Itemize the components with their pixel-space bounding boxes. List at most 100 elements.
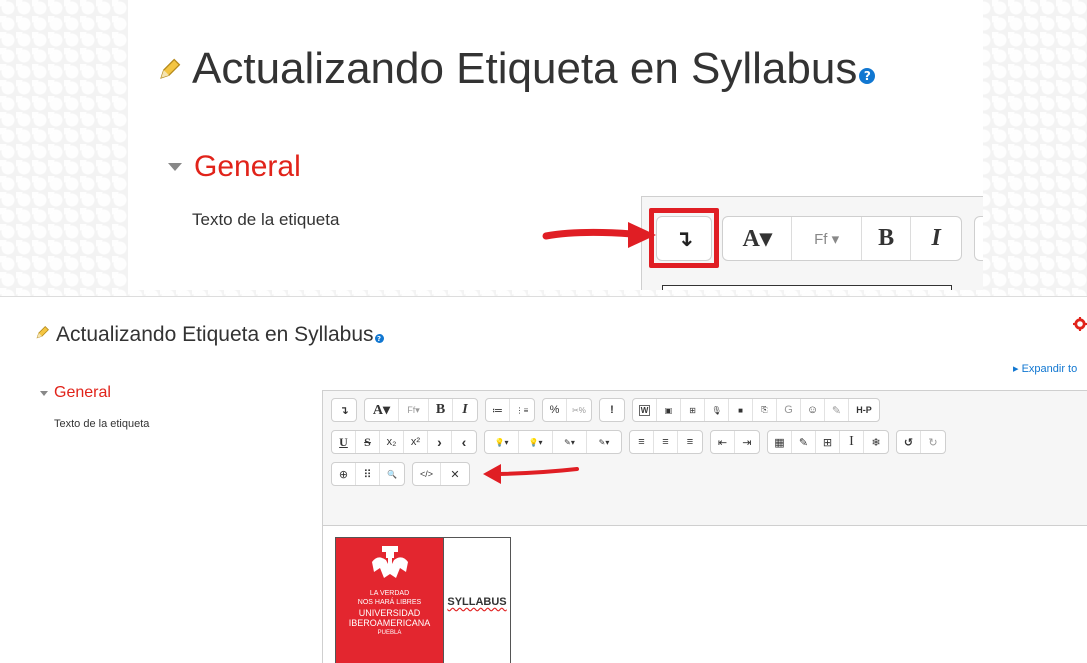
redo-icon: ↻: [928, 436, 938, 449]
section-general[interactable]: General: [40, 384, 111, 402]
unordered-list-button[interactable]: ≔: [486, 399, 510, 421]
html-source-button[interactable]: </>: [413, 463, 441, 485]
braille-button[interactable]: ⠿: [356, 463, 380, 485]
font-color-button[interactable]: A▾: [365, 399, 399, 421]
logo-motto-line1: LA VERDAD: [369, 590, 410, 597]
toolbar-toggle-button[interactable]: ↴: [332, 399, 356, 421]
unlink-button[interactable]: ✂%: [567, 399, 591, 421]
pen-icon: ✎: [831, 404, 842, 417]
brush-icon: ✎▾: [564, 437, 575, 447]
media-button[interactable]: ⊞: [681, 399, 705, 421]
record-audio-button[interactable]: 🎙: [705, 399, 729, 421]
help-icon[interactable]: ?: [859, 68, 876, 84]
logo-motto-line2: NOS HARÁ LIBRES: [357, 599, 422, 606]
superscript-button[interactable]: x²: [404, 431, 428, 453]
align-center-button[interactable]: ≡: [654, 431, 678, 453]
h5p-button[interactable]: H-P: [849, 399, 879, 421]
search-button[interactable]: 🔍: [380, 463, 404, 485]
help-icon[interactable]: ?: [374, 334, 384, 343]
gear-icon[interactable]: [1073, 317, 1087, 336]
zoom-page-title-text: Actualizando Etiqueta en Syllabus: [192, 44, 858, 93]
underline-button[interactable]: U: [332, 431, 356, 453]
redo-button[interactable]: ↻: [921, 431, 945, 453]
record-video-button[interactable]: ■: [729, 399, 753, 421]
text-color-button[interactable]: 💡▾: [485, 431, 519, 453]
subscript-button[interactable]: x₂: [380, 431, 404, 453]
edit-equation-button[interactable]: ✎: [792, 431, 816, 453]
table-button[interactable]: ⊞: [816, 431, 840, 453]
toolbar-group: ↴: [331, 398, 357, 422]
undo-button[interactable]: ↺: [897, 431, 921, 453]
background-color-button[interactable]: 💡▾: [519, 431, 553, 453]
bold-button[interactable]: B: [429, 399, 453, 421]
align-left-button[interactable]: ≡: [630, 431, 654, 453]
toolbar-group: A▾ Ff▾ B I: [364, 398, 478, 422]
accessibility-helper-button[interactable]: ⊕: [332, 463, 356, 485]
snowflake-icon: ❄: [871, 436, 881, 449]
pencil-icon: [34, 323, 50, 347]
smiley-icon: ☺: [806, 404, 819, 416]
ordered-list-icon: ⋮≡: [515, 405, 529, 415]
accessibility-checker-button[interactable]: !: [600, 399, 624, 421]
ltr-button[interactable]: ›: [428, 431, 452, 453]
clear-formatting-button[interactable]: I: [840, 431, 864, 453]
image-button[interactable]: ▣: [657, 399, 681, 421]
pencil-icon: [156, 44, 182, 94]
undo-icon: ↺: [903, 436, 914, 449]
indent-icon: ⇥: [742, 436, 752, 449]
toolbar-group: ⇤ ⇥: [710, 430, 760, 454]
toolbar-group: !: [599, 398, 625, 422]
italic-button[interactable]: I: [911, 217, 961, 260]
equation-button[interactable]: ▦: [768, 431, 792, 453]
zoom-toolbar-group: [974, 216, 983, 261]
strikethrough-button[interactable]: S: [356, 431, 380, 453]
bold-button[interactable]: B: [862, 217, 912, 260]
font-family-button[interactable]: Ff▾: [399, 399, 429, 421]
microphone-icon: 🎙: [711, 405, 722, 415]
zoom-content-area: [662, 285, 952, 290]
word-import-button[interactable]: W: [633, 399, 657, 421]
fullscreen-button[interactable]: ✕: [441, 463, 469, 485]
expand-all-link[interactable]: ▸ Expandir to: [1013, 362, 1077, 375]
rtl-button[interactable]: ‹: [452, 431, 476, 453]
link-icon: %: [549, 404, 560, 416]
syllabus-cell[interactable]: SYLLABUS: [444, 538, 510, 663]
atto-editor: ↴ A▾ Ff▾ B I ≔ ⋮≡ % ✂% ! W ▣ ⊞ 🎙 ■ ⎘ G ☺…: [322, 390, 1087, 663]
font-color-button[interactable]: A▾: [723, 217, 793, 260]
caret-down-icon: [168, 163, 182, 171]
section-title: General: [54, 384, 111, 401]
accessibility-icon: ⊕: [338, 468, 349, 481]
special-character-button[interactable]: ❄: [864, 431, 888, 453]
align-right-icon: ≡: [686, 436, 694, 448]
lightbulb-icon: 💡▾: [528, 437, 543, 447]
zoom-toolbar-group: A▾ Ff ▾ B I: [722, 216, 962, 261]
italic-button[interactable]: I: [453, 399, 477, 421]
toolbar-group: 💡▾ 💡▾ ✎▾ ✎▾: [484, 430, 622, 454]
h5p-icon: H-P: [856, 405, 872, 415]
logo-name-line1: UNIVERSIDAD: [358, 608, 421, 618]
link-button[interactable]: %: [543, 399, 567, 421]
brush-button[interactable]: ✎▾: [587, 431, 621, 453]
expand-icon: ✕: [450, 468, 460, 481]
align-center-icon: ≡: [662, 436, 669, 448]
outdent-button[interactable]: ⇤: [711, 431, 735, 453]
image-icon: ▣: [664, 405, 673, 415]
zoom-section-general[interactable]: General: [168, 150, 301, 184]
bold-icon: B: [878, 225, 895, 251]
indent-button[interactable]: ⇥: [735, 431, 759, 453]
align-right-button[interactable]: ≡: [678, 431, 702, 453]
toolbar-group: ≔ ⋮≡: [485, 398, 535, 422]
underline-icon: U: [339, 434, 348, 449]
font-family-button[interactable]: Ff ▾: [792, 217, 862, 260]
manage-files-button[interactable]: ⎘: [753, 399, 777, 421]
edit-button[interactable]: ✎: [825, 399, 849, 421]
google-button[interactable]: G: [777, 399, 801, 421]
emoticon-button[interactable]: ☺: [801, 399, 825, 421]
font-family-icon: Ff▾: [407, 404, 420, 415]
brush-button[interactable]: ✎▾: [553, 431, 587, 453]
ordered-list-button[interactable]: ⋮≡: [510, 399, 534, 421]
chevron-left-icon: ‹: [461, 434, 467, 450]
content-table[interactable]: LA VERDAD NOS HARÁ LIBRES UNIVERSIDAD IB…: [335, 537, 511, 663]
zoom-page-title: Actualizando Etiqueta en Syllabus ?: [156, 44, 876, 94]
edit-icon: ✎: [798, 436, 809, 449]
